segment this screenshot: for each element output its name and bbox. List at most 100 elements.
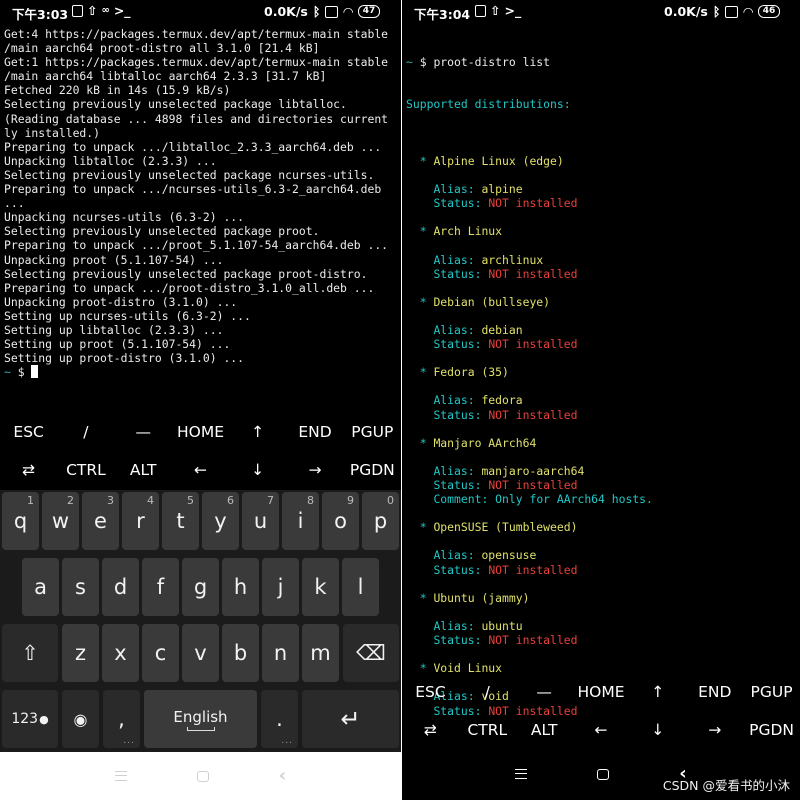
extra-key[interactable]: CTRL [459, 721, 516, 739]
key-d[interactable]: d [102, 558, 139, 616]
terminal-output[interactable]: ~ $ proot-distro list Supported distribu… [406, 27, 798, 746]
alias-label: Alias: [433, 393, 482, 408]
right-phone-screen: 下午3:04 ⇧ >_ 0.0K/s ᛒ ◠ 46 ~ $ proot-dist… [402, 0, 800, 800]
distro-bullet: * [419, 435, 434, 450]
numbers-key[interactable]: 123 ● [2, 690, 58, 748]
key-n[interactable]: n [262, 624, 299, 682]
terminal-prompt-icon: >_ [113, 3, 131, 18]
extra-key[interactable]: ESC [402, 683, 459, 701]
key-v[interactable]: v [182, 624, 219, 682]
terminal-line: Selecting previously unselected package … [4, 224, 320, 239]
key-letter: v [194, 641, 207, 665]
key-letter: g [193, 575, 208, 599]
home-icon[interactable] [597, 768, 610, 780]
terminal-line: ly installed.) [4, 125, 101, 140]
key-o[interactable]: o9 [322, 492, 359, 550]
period-key[interactable]: .... [261, 690, 298, 748]
back-icon[interactable]: ‹ [279, 767, 286, 785]
key-letter: o [334, 509, 347, 533]
key-e[interactable]: e3 [82, 492, 119, 550]
key-letter: d [113, 575, 128, 599]
extra-key[interactable]: ESC [0, 423, 57, 441]
key-j[interactable]: j [262, 558, 299, 616]
terminal-line: /main aarch64 libtalloc aarch64 2.3.3 [3… [4, 69, 327, 84]
menu-icon[interactable] [114, 771, 127, 781]
keyboard-row-1: q1w2e3r4t5y6u7i8o9p0 [0, 492, 401, 550]
extra-key[interactable]: — [516, 683, 573, 701]
extra-key[interactable]: PGUP [743, 683, 800, 701]
emoji-key[interactable]: ◉ [62, 690, 99, 748]
key-s[interactable]: s [62, 558, 99, 616]
extra-key[interactable]: PGDN [344, 461, 401, 479]
extra-key[interactable]: ⇄ [402, 721, 459, 739]
command-line: ~ $ proot-distro list [406, 55, 551, 70]
distro-status: NOT installed [488, 337, 578, 352]
extra-key[interactable]: ↑ [629, 683, 686, 701]
key-x[interactable]: x [102, 624, 139, 682]
extra-key[interactable]: ⇄ [0, 461, 57, 479]
key-a[interactable]: a [22, 558, 59, 616]
key-z[interactable]: z [62, 624, 99, 682]
key-f[interactable]: f [142, 558, 179, 616]
menu-icon[interactable] [515, 769, 528, 779]
left-phone-screen: 下午3:03 ⇧ ∞ >_ 0.0K/s ᛒ ◠ 47 Get:4 https:… [0, 0, 401, 800]
extra-key[interactable]: PGUP [344, 423, 401, 441]
network-speed: 0.0K/s [664, 4, 708, 19]
extra-key[interactable]: → [286, 461, 343, 479]
extra-key[interactable]: — [115, 423, 172, 441]
key-letter: p [373, 509, 388, 533]
key-h[interactable]: h [222, 558, 259, 616]
extra-key[interactable]: ← [172, 461, 229, 479]
key-number-hint: 3 [107, 494, 114, 507]
key-b[interactable]: b [222, 624, 259, 682]
key-letter: n [273, 641, 288, 665]
extra-key[interactable]: ALT [516, 721, 573, 739]
backspace-key[interactable]: ⌫ [343, 624, 399, 682]
comma-key[interactable]: ,... [103, 690, 140, 748]
extra-key[interactable]: → [686, 721, 743, 739]
key-i[interactable]: i8 [282, 492, 319, 550]
key-p[interactable]: p0 [362, 492, 399, 550]
key-l[interactable]: l [342, 558, 379, 616]
key-k[interactable]: k [302, 558, 339, 616]
extra-keys-row-2: ⇄ CTRL ALT ← ↓ → PGDN [402, 712, 800, 748]
home-icon[interactable] [196, 770, 209, 782]
terminal-line: Setting up proot-distro (3.1.0) ... [4, 351, 245, 366]
extra-key[interactable]: ← [573, 721, 630, 739]
key-q[interactable]: q1 [2, 492, 39, 550]
key-m[interactable]: m [302, 624, 339, 682]
key-y[interactable]: y6 [202, 492, 239, 550]
distro-alias-line: Alias: manjaro-aarch64 [406, 464, 798, 478]
extra-key[interactable]: END [686, 683, 743, 701]
shift-key[interactable]: ⇧ [2, 624, 58, 682]
key-w[interactable]: w2 [42, 492, 79, 550]
extra-key[interactable]: PGDN [743, 721, 800, 739]
extra-key[interactable]: ALT [115, 461, 172, 479]
extra-key[interactable]: HOME [573, 683, 630, 701]
extra-key[interactable]: CTRL [57, 461, 114, 479]
key-g[interactable]: g [182, 558, 219, 616]
extra-key[interactable]: END [286, 423, 343, 441]
key-u[interactable]: u7 [242, 492, 279, 550]
key-t[interactable]: t5 [162, 492, 199, 550]
terminal-output[interactable]: Get:4 https://packages.termux.dev/apt/te… [4, 27, 399, 379]
extra-key[interactable]: / [459, 683, 516, 701]
status-label: Status: [433, 266, 489, 281]
extra-key[interactable]: ↓ [629, 721, 686, 739]
terminal-line: ... [4, 196, 25, 211]
key-c[interactable]: c [142, 624, 179, 682]
key-r[interactable]: r4 [122, 492, 159, 550]
wifi-icon: ◠ [743, 3, 753, 19]
extra-key[interactable]: HOME [172, 423, 229, 441]
key-number-hint: 8 [307, 494, 314, 507]
extra-key[interactable]: ↑ [229, 423, 286, 441]
enter-key[interactable]: ↵ [302, 690, 399, 748]
extra-key[interactable]: ↓ [229, 461, 286, 479]
distro-status-line: Status: NOT installed [406, 408, 798, 422]
space-key[interactable]: English [144, 690, 257, 748]
soft-keyboard: q1w2e3r4t5y6u7i8o9p0 asdfghjkl ⇧ ⌫ zxcvb… [0, 490, 401, 752]
extra-key[interactable]: / [57, 423, 114, 441]
